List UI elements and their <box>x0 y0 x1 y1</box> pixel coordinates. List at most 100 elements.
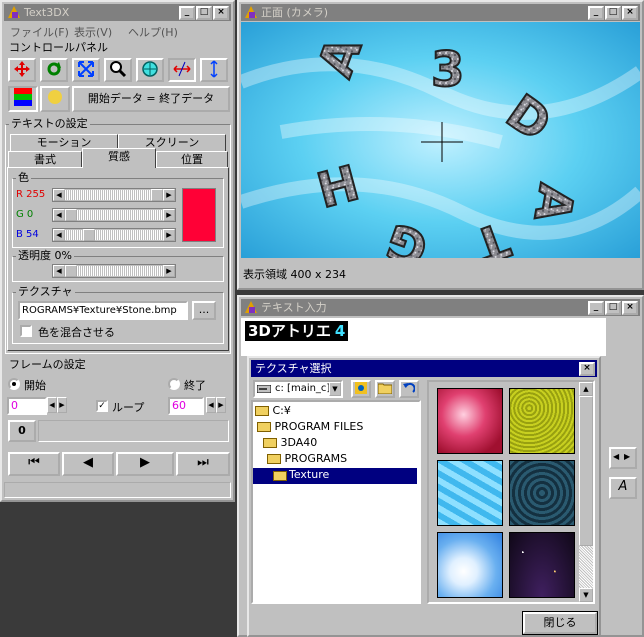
slider-right-arrow-icon[interactable]: ▶ <box>163 265 175 277</box>
texture-thumb-stars[interactable] <box>509 532 575 598</box>
maximize-button[interactable]: □ <box>605 6 621 20</box>
slider-left-arrow-icon[interactable]: ◀ <box>53 229 65 241</box>
frame-track[interactable] <box>38 420 229 442</box>
opacity-slider-thumb[interactable] <box>65 265 77 277</box>
slider-right-arrow-icon[interactable]: ▶ <box>163 189 175 201</box>
horizontal-axis-button[interactable] <box>168 58 196 82</box>
close-button[interactable]: × <box>622 6 638 20</box>
tab-format[interactable]: 書式 <box>8 151 82 168</box>
slider-right-arrow-icon[interactable]: ▶ <box>163 229 175 241</box>
refresh-button[interactable] <box>351 380 371 398</box>
rotate-icon <box>47 62 61 76</box>
rotate-tool-button[interactable] <box>40 58 68 82</box>
mix-color-checkbox[interactable] <box>20 325 32 337</box>
folder-open-icon <box>273 471 287 481</box>
first-frame-button[interactable]: ⏮ <box>8 452 60 476</box>
texture-thumb-dark-blue[interactable] <box>509 460 575 526</box>
minimize-button[interactable]: _ <box>179 6 195 20</box>
start-frame-input[interactable]: 0 <box>7 397 47 415</box>
viewport-titlebar[interactable]: 正面 (カメラ) _ □ × <box>241 4 640 21</box>
minimize-button[interactable]: _ <box>588 301 604 315</box>
menu-file[interactable]: ファイル(F) <box>10 24 69 40</box>
start-frame-down-arrow[interactable]: ◀ <box>47 397 57 413</box>
texture-dialog-titlebar[interactable]: テクスチャ選択 × <box>251 360 597 377</box>
end-frame-up-arrow[interactable]: ▶ <box>216 397 226 413</box>
font-icon: A <box>618 479 628 494</box>
slider-left-arrow-icon[interactable]: ◀ <box>53 265 65 277</box>
blue-slider[interactable]: ◀ ▶ <box>52 228 176 242</box>
maximize-button[interactable]: □ <box>605 301 621 315</box>
slider-left-arrow-icon[interactable]: ◀ <box>53 209 65 221</box>
red-slider[interactable]: ◀ ▶ <box>52 188 176 202</box>
browse-button[interactable]: ... <box>192 301 216 320</box>
texture-thumb-sky[interactable] <box>437 532 503 598</box>
text-input-titlebar[interactable]: テキスト入力 _ □ × <box>241 299 640 316</box>
thumbnail-scrollbar[interactable]: ▲ ▼ <box>579 382 593 602</box>
green-label: G 0 <box>16 209 34 220</box>
tree-item-c[interactable]: C:¥ <box>255 404 291 417</box>
viewport-window: 正面 (カメラ) _ □ × 3 D A T G H A 表示領域 400 x … <box>237 0 644 290</box>
texture-path-field[interactable]: ROGRAMS¥Texture¥Stone.bmp <box>18 301 188 320</box>
color-swatch[interactable] <box>182 188 216 242</box>
target-tool-button[interactable] <box>136 58 164 82</box>
text-input-area[interactable]: 3Dアトリエ 4 <box>241 318 606 356</box>
start-frame-up-arrow[interactable]: ▶ <box>57 397 67 413</box>
slider-right-arrow-icon[interactable]: ▶ <box>163 209 175 221</box>
close-button[interactable]: × <box>579 362 595 376</box>
texture-select-dialog: テクスチャ選択 × c: [main_c] ▼ C:¥ PROGRAM FILE… <box>247 356 601 637</box>
scale-tool-button[interactable] <box>72 58 100 82</box>
end-frame-input[interactable]: 60 <box>168 397 204 415</box>
side-spin-buttons[interactable]: ◀ ▶ <box>609 447 637 469</box>
vertical-arrows-icon <box>210 60 218 78</box>
minimize-button[interactable]: _ <box>588 6 604 20</box>
tree-item-program-files[interactable]: PROGRAM FILES <box>257 420 363 433</box>
folder-tree[interactable]: C:¥ PROGRAM FILES 3DA40 PROGRAMS Texture <box>251 400 421 604</box>
scroll-up-icon[interactable]: ▲ <box>579 382 593 396</box>
prev-frame-button[interactable]: ◀ <box>62 452 114 476</box>
color-palette-button[interactable] <box>8 86 38 112</box>
start-end-data-button[interactable]: 開始データ = 終了データ <box>72 86 230 112</box>
close-button[interactable]: × <box>622 301 638 315</box>
texture-thumbnail-grid[interactable]: ▲ ▼ <box>427 380 595 604</box>
tab-material[interactable]: 質感 <box>82 148 156 168</box>
zoom-tool-button[interactable] <box>104 58 132 82</box>
menu-view[interactable]: 表示(V) <box>74 24 112 40</box>
vertical-axis-button[interactable] <box>200 58 228 82</box>
green-slider-thumb[interactable] <box>65 209 77 221</box>
close-button[interactable]: × <box>213 6 229 20</box>
maximize-button[interactable]: □ <box>196 6 212 20</box>
undo-button[interactable] <box>399 380 419 398</box>
font-style-button[interactable]: A <box>609 477 637 499</box>
expand-icon <box>78 61 94 77</box>
3d-viewport-canvas[interactable]: 3 D A T G H A <box>241 22 640 258</box>
play-button[interactable]: ▶ <box>116 452 174 476</box>
end-radio[interactable] <box>168 378 180 390</box>
green-slider[interactable]: ◀ ▶ <box>52 208 176 222</box>
text3dx-window: Text3DX _ □ × ファイル(F) 表示(V) ヘルプ(H) コントロー… <box>0 0 235 502</box>
loop-checkbox[interactable]: ✓ <box>96 400 108 412</box>
menu-help[interactable]: ヘルプ(H) <box>128 24 178 40</box>
tree-item-texture[interactable]: Texture <box>253 468 417 484</box>
close-dialog-button[interactable]: 閉じる <box>522 611 598 635</box>
light-button[interactable] <box>40 86 70 112</box>
last-frame-button[interactable]: ⏭ <box>176 452 230 476</box>
move-tool-button[interactable] <box>8 58 36 82</box>
scroll-thumb[interactable] <box>579 396 593 546</box>
text3dx-titlebar[interactable]: Text3DX _ □ × <box>4 4 231 21</box>
tree-item-3da40[interactable]: 3DA40 <box>263 436 317 449</box>
texture-thumb-red[interactable] <box>437 388 503 454</box>
texture-thumb-water[interactable] <box>437 460 503 526</box>
current-frame-indicator[interactable]: 0 <box>8 420 36 442</box>
texture-thumb-green-yellow[interactable] <box>509 388 575 454</box>
opacity-slider[interactable]: ◀ ▶ <box>52 264 176 278</box>
end-frame-down-arrow[interactable]: ◀ <box>206 397 216 413</box>
start-radio[interactable] <box>8 378 20 390</box>
red-slider-thumb[interactable] <box>151 189 163 201</box>
chevron-down-icon[interactable]: ▼ <box>329 382 341 396</box>
open-folder-button[interactable] <box>375 380 395 398</box>
tab-position[interactable]: 位置 <box>156 151 228 168</box>
blue-slider-thumb[interactable] <box>83 229 96 241</box>
tree-item-programs[interactable]: PROGRAMS <box>267 452 347 465</box>
slider-left-arrow-icon[interactable]: ◀ <box>53 189 65 201</box>
scroll-down-icon[interactable]: ▼ <box>579 588 593 602</box>
